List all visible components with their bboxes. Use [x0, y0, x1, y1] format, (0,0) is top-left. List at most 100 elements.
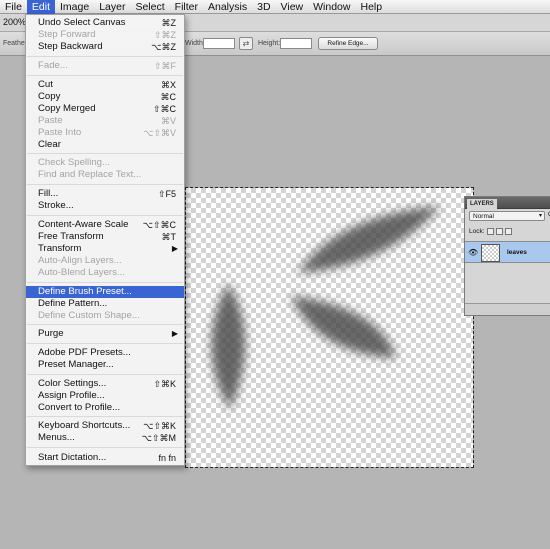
lock-label: Lock:: [469, 228, 485, 235]
menu-item-label: Start Dictation...: [38, 452, 107, 463]
lock-transparent-icon[interactable]: [486, 228, 494, 235]
menu-edit[interactable]: Edit: [26, 0, 56, 14]
menu-item-label: Define Brush Preset...: [38, 286, 132, 297]
menu-item-assign-profile[interactable]: Assign Profile...: [26, 390, 184, 402]
menu-item-label: Fill...: [38, 188, 59, 199]
menu-item-copy-merged[interactable]: Copy Merged ⇧⌘C: [26, 103, 184, 115]
layer-thumbnail: [481, 244, 500, 262]
menu-item-shortcut: ⌘Z: [161, 18, 177, 28]
menu-item-label: Assign Profile...: [38, 390, 105, 401]
height-field[interactable]: [280, 38, 312, 49]
lock-position-icon[interactable]: [504, 228, 512, 235]
document-canvas[interactable]: [186, 188, 473, 467]
menu-item-define-brush-preset[interactable]: Define Brush Preset...: [26, 286, 184, 298]
menu-item-adobe-pdf-presets[interactable]: Adobe PDF Presets...: [26, 347, 184, 359]
menu-item-free-transform[interactable]: Free Transform ⌘T: [26, 231, 184, 243]
leaf-top: [298, 206, 441, 273]
menu-separator: [27, 56, 183, 57]
blend-mode-select[interactable]: Normal ▾: [469, 211, 545, 221]
layer-row[interactable]: 👁 leaves: [465, 241, 550, 263]
menu-item-label: Color Settings...: [38, 378, 107, 389]
width-label: Width:: [185, 40, 205, 47]
menu-item-define-pattern[interactable]: Define Pattern...: [26, 298, 184, 310]
menu-separator: [27, 153, 183, 154]
menu-item-find-and-replace-text: Find and Replace Text...: [26, 169, 184, 181]
width-field[interactable]: [203, 38, 235, 49]
lock-image-icon[interactable]: [495, 228, 503, 235]
menu-item-auto-blend-layers: Auto-Blend Layers...: [26, 267, 184, 279]
menu-view[interactable]: View: [276, 0, 309, 14]
menu-item-cut[interactable]: Cut ⌘X: [26, 79, 184, 91]
leaf-middle: [291, 296, 396, 358]
menu-item-step-backward[interactable]: Step Backward ⌥⌘Z: [26, 41, 184, 53]
swap-dimensions-icon[interactable]: ⇄: [239, 37, 253, 50]
menu-separator: [27, 416, 183, 417]
menu-analysis[interactable]: Analysis: [203, 0, 252, 14]
layer-name: leaves: [507, 249, 527, 256]
menu-help[interactable]: Help: [355, 0, 387, 14]
menu-item-copy[interactable]: Copy ⌘C: [26, 91, 184, 103]
menu-item-label: Auto-Align Layers...: [38, 255, 122, 266]
menu-item-label: Paste: [38, 115, 63, 126]
menu-item-shortcut: ⌥⌘Z: [151, 42, 176, 52]
submenu-arrow-icon: ▶: [171, 244, 178, 253]
menu-item-stroke[interactable]: Stroke...: [26, 200, 184, 212]
menu-separator: [27, 75, 183, 76]
menu-file[interactable]: File: [0, 0, 27, 14]
menu-item-label: Copy Merged: [38, 103, 96, 114]
chevron-down-icon: ▾: [538, 213, 542, 219]
tab-layers[interactable]: LAYERS: [467, 199, 497, 209]
menu-window[interactable]: Window: [308, 0, 355, 14]
menu-item-paste-into: Paste Into ⌥⇧⌘V: [26, 127, 184, 139]
menu-item-label: Transform: [38, 243, 82, 254]
menu-item-label: Define Pattern...: [38, 298, 108, 309]
menu-item-undo-select-canvas[interactable]: Undo Select Canvas ⌘Z: [26, 17, 184, 29]
menu-item-shortcut: ⌥⇧⌘V: [143, 128, 176, 138]
menu-item-shortcut: ⇧F5: [157, 189, 176, 199]
menu-item-purge[interactable]: Purge ▶: [26, 328, 184, 340]
menu-item-auto-align-layers: Auto-Align Layers...: [26, 255, 184, 267]
zoom-level[interactable]: 200%: [3, 17, 26, 27]
refine-edge-button[interactable]: Refine Edge...: [318, 37, 378, 50]
menu-item-content-aware-scale[interactable]: Content-Aware Scale ⌥⇧⌘C: [26, 219, 184, 231]
menu-item-menus[interactable]: Menus... ⌥⇧⌘M: [26, 432, 184, 444]
menu-select[interactable]: Select: [130, 0, 169, 14]
eye-icon[interactable]: 👁: [468, 248, 478, 257]
menu-item-fill[interactable]: Fill... ⇧F5: [26, 188, 184, 200]
layers-tab-bar: LAYERS: [465, 197, 550, 209]
menu-item-preset-manager[interactable]: Preset Manager...: [26, 359, 184, 371]
menu-item-label: Cut: [38, 79, 53, 90]
menu-item-color-settings[interactable]: Color Settings... ⇧⌘K: [26, 378, 184, 390]
menu-item-clear[interactable]: Clear: [26, 139, 184, 151]
menu-item-convert-to-profile[interactable]: Convert to Profile...: [26, 402, 184, 414]
menu-item-define-custom-shape: Define Custom Shape...: [26, 310, 184, 322]
menu-item-shortcut: ⇧⌘K: [153, 379, 176, 389]
menu-item-shortcut: ⇧⌘Z: [153, 30, 176, 40]
height-label: Height:: [258, 40, 281, 47]
menu-item-label: Preset Manager...: [38, 359, 114, 370]
menu-item-shortcut: ⌘T: [161, 232, 177, 242]
menu-item-label: Convert to Profile...: [38, 402, 121, 413]
menu-layer[interactable]: Layer: [94, 0, 130, 14]
menu-item-transform[interactable]: Transform ▶: [26, 243, 184, 255]
menu-item-shortcut: ⌥⇧⌘C: [142, 220, 176, 230]
menu-item-shortcut: fn fn: [158, 453, 176, 463]
menu-item-start-dictation[interactable]: Start Dictation... fn fn: [26, 452, 184, 464]
menu-3d[interactable]: 3D: [252, 0, 275, 14]
menu-item-label: Find and Replace Text...: [38, 169, 142, 180]
menu-bar: File Edit Image Layer Select Filter Analysis 3D…: [0, 0, 550, 14]
menu-image[interactable]: Image: [55, 0, 94, 14]
menu-item-label: Fade...: [38, 60, 68, 71]
feather-label: Feathe: [3, 40, 25, 47]
menu-filter[interactable]: Filter: [170, 0, 203, 14]
menu-item-label: Free Transform: [38, 231, 104, 242]
menu-item-shortcut: ⌘V: [160, 116, 176, 126]
leaves-artwork: [211, 206, 441, 410]
menu-item-label: Adobe PDF Presets...: [38, 347, 131, 358]
menu-item-label: Undo Select Canvas: [38, 17, 126, 28]
menu-separator: [27, 324, 183, 325]
menu-item-shortcut: ⇧⌘F: [153, 61, 176, 71]
menu-item-keyboard-shortcuts[interactable]: Keyboard Shortcuts... ⌥⇧⌘K: [26, 420, 184, 432]
menu-item-label: Auto-Blend Layers...: [38, 267, 125, 278]
menu-item-label: Define Custom Shape...: [38, 310, 140, 321]
